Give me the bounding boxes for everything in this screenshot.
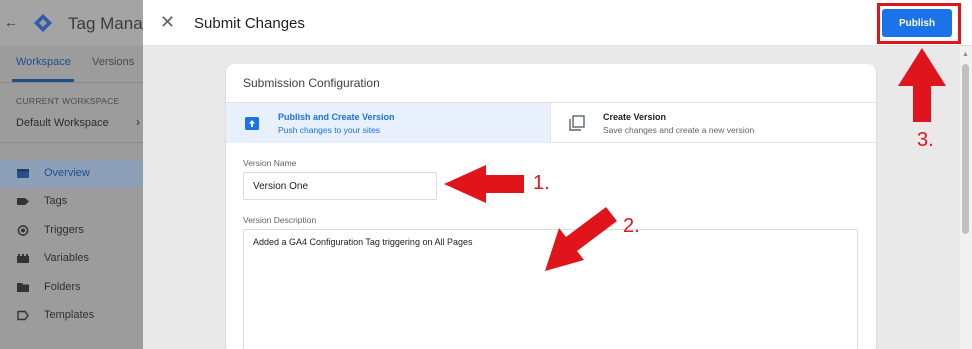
divider: [0, 142, 150, 143]
submission-config-card: Submission Configuration Publish and Cre…: [226, 64, 876, 349]
tag-icon: [17, 198, 29, 205]
nav-label: Templates: [44, 309, 95, 321]
nav-item-variables[interactable]: Variables: [0, 245, 150, 273]
variables-icon: [17, 254, 29, 263]
template-icon: [17, 310, 29, 321]
version-description-label: Version Description: [243, 215, 317, 225]
version-description-textarea[interactable]: Added a GA4 Configuration Tag triggering…: [243, 229, 858, 349]
option-title: Publish and Create Version: [278, 112, 395, 122]
trigger-icon: [17, 225, 29, 236]
folder-icon: [17, 283, 29, 292]
version-name-input[interactable]: [243, 172, 437, 200]
scroll-thumb[interactable]: [962, 64, 969, 234]
divider: [0, 82, 150, 83]
nav-label: Folders: [44, 281, 81, 293]
nav-label: Overview: [44, 167, 90, 179]
card-title: Submission Configuration: [243, 76, 380, 90]
background-app: ← Tag Manage Workspace Versions CURRENT …: [0, 0, 162, 349]
nav-item-folders[interactable]: Folders: [0, 274, 150, 302]
dialog-title: Submit Changes: [194, 15, 305, 32]
option-subtitle: Push changes to your sites: [278, 125, 381, 135]
dialog-header: ✕ Submit Changes Publish: [143, 0, 972, 46]
option-title: Create Version: [603, 112, 667, 122]
nav-label: Triggers: [44, 224, 84, 236]
scrollbar[interactable]: ▲: [960, 46, 972, 349]
nav-item-triggers[interactable]: Triggers: [0, 217, 150, 245]
workspace-tabs: Workspace Versions: [0, 46, 150, 82]
workspace-caption: CURRENT WORKSPACE: [16, 96, 120, 106]
step-2-label: 2.: [623, 215, 640, 237]
overview-icon: [17, 169, 29, 178]
scroll-up-icon[interactable]: ▲: [962, 51, 969, 58]
gtm-logo-icon: [34, 14, 52, 32]
arrow-left-icon[interactable]: ←: [4, 14, 18, 30]
nav-label: Tags: [44, 195, 68, 207]
option-subtitle: Save changes and create a new version: [603, 125, 755, 135]
tab-versions[interactable]: Versions: [92, 56, 134, 68]
version-name-label: Version Name: [243, 158, 297, 168]
option-create-version[interactable]: Create Version Save changes and create a…: [550, 103, 876, 143]
nav-label: Variables: [44, 252, 90, 264]
tab-workspace[interactable]: Workspace: [16, 56, 71, 68]
nav-item-tags[interactable]: Tags: [0, 188, 150, 216]
chevron-right-icon[interactable]: ›: [136, 115, 140, 129]
close-icon[interactable]: ✕: [160, 12, 175, 32]
app-header: ← Tag Manage: [0, 0, 162, 46]
workspace-selector[interactable]: Default Workspace: [16, 117, 109, 129]
publish-upload-icon: [245, 117, 259, 130]
nav-item-overview[interactable]: Overview: [0, 160, 150, 188]
nav-item-templates[interactable]: Templates: [0, 302, 150, 330]
option-publish-and-create-version[interactable]: Publish and Create Version Push changes …: [226, 103, 550, 143]
step-3-label: 3.: [917, 129, 934, 151]
publish-highlight-box: [877, 3, 961, 44]
step-1-label: 1.: [533, 172, 550, 194]
copy-version-icon: [569, 115, 585, 131]
